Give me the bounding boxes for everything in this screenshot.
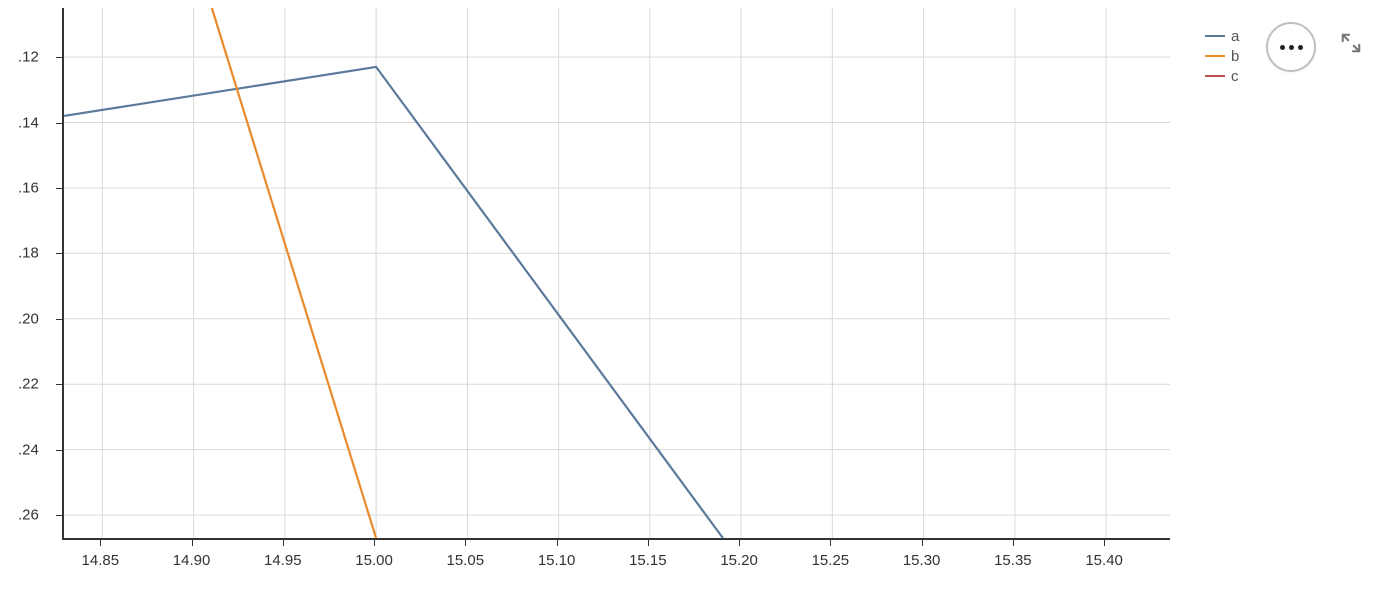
dots-icon bbox=[1298, 45, 1303, 50]
legend-item-c[interactable]: c bbox=[1205, 66, 1239, 86]
expand-icon bbox=[1340, 32, 1362, 54]
y-tick-label: .20 bbox=[18, 310, 39, 327]
x-tick-label: 15.10 bbox=[538, 552, 576, 569]
x-tick-label: 15.40 bbox=[1085, 552, 1123, 569]
legend-swatch-b bbox=[1205, 55, 1225, 57]
x-tick-label: 15.35 bbox=[994, 552, 1032, 569]
legend-item-b[interactable]: b bbox=[1205, 46, 1239, 66]
y-tick-label: .16 bbox=[18, 179, 39, 196]
y-tick-label: .12 bbox=[18, 49, 39, 66]
series-line-a[interactable] bbox=[64, 67, 723, 538]
legend-label-c: c bbox=[1231, 68, 1239, 85]
series-line-b[interactable] bbox=[212, 8, 376, 538]
x-tick-label: 15.05 bbox=[447, 552, 485, 569]
y-tick-label: .14 bbox=[18, 114, 39, 131]
y-tick-label: .26 bbox=[18, 507, 39, 524]
y-tick-label: .18 bbox=[18, 245, 39, 262]
y-tick-label: .22 bbox=[18, 376, 39, 393]
x-tick-label: 15.15 bbox=[629, 552, 667, 569]
chart-legend: a b c bbox=[1205, 26, 1239, 86]
more-options-button[interactable] bbox=[1266, 22, 1316, 72]
x-tick-label: 14.85 bbox=[82, 552, 120, 569]
legend-item-a[interactable]: a bbox=[1205, 26, 1239, 46]
dots-icon bbox=[1280, 45, 1285, 50]
x-tick-label: 14.95 bbox=[264, 552, 302, 569]
chart-plot-area[interactable] bbox=[62, 8, 1170, 540]
x-tick-label: 15.25 bbox=[812, 552, 850, 569]
x-tick-label: 15.20 bbox=[720, 552, 758, 569]
x-tick-label: 15.00 bbox=[355, 552, 393, 569]
dots-icon bbox=[1289, 45, 1294, 50]
legend-swatch-a bbox=[1205, 35, 1225, 37]
y-tick-label: .24 bbox=[18, 441, 39, 458]
x-tick-label: 15.30 bbox=[903, 552, 941, 569]
legend-label-a: a bbox=[1231, 28, 1239, 45]
legend-swatch-c bbox=[1205, 75, 1225, 77]
expand-button[interactable] bbox=[1340, 32, 1362, 54]
x-tick-label: 14.90 bbox=[173, 552, 211, 569]
legend-label-b: b bbox=[1231, 48, 1239, 65]
